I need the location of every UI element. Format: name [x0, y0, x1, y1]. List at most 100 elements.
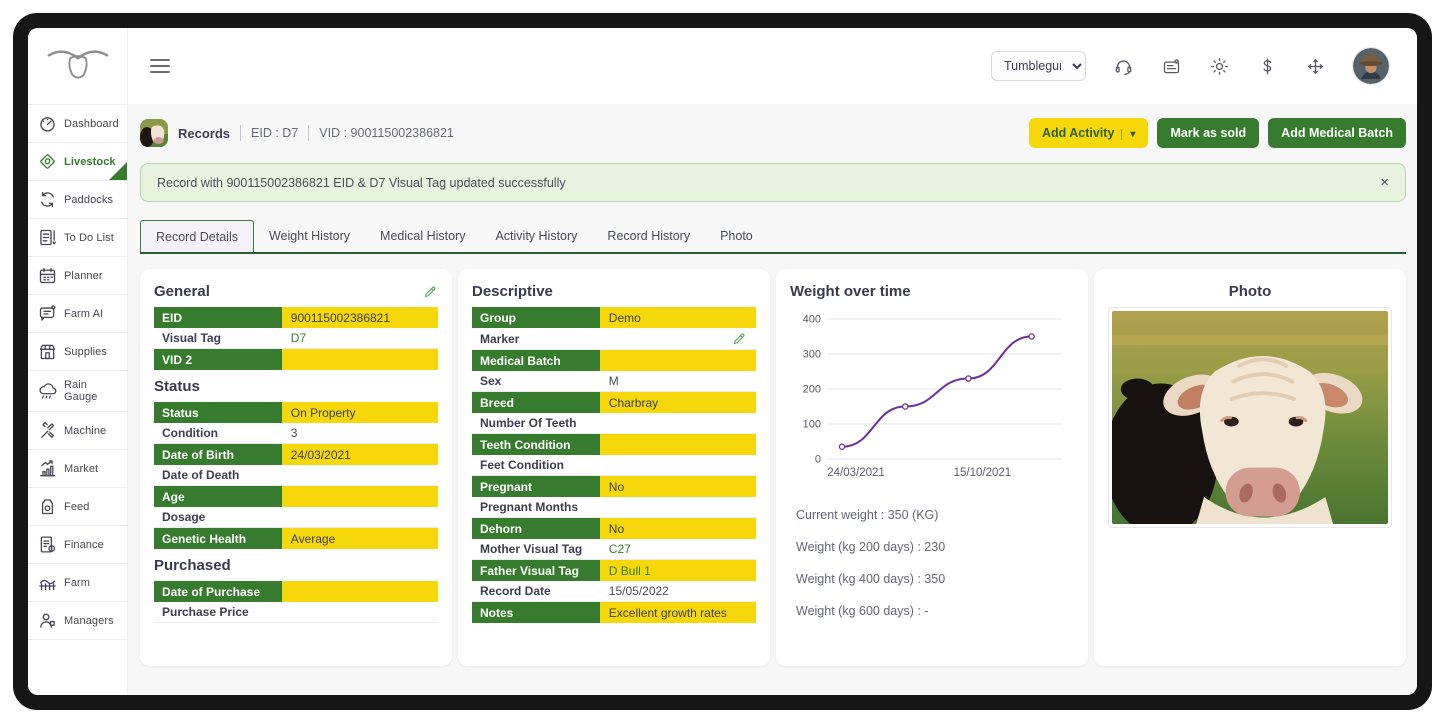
- active-corner-triangle: [109, 162, 127, 180]
- sidebar-item-managers[interactable]: Managers: [28, 602, 127, 640]
- sidebar-item-farm[interactable]: Farm: [28, 564, 127, 602]
- tab-bar: Record DetailsWeight HistoryMedical Hist…: [140, 220, 1406, 254]
- add-medical-batch-button[interactable]: Add Medical Batch: [1268, 118, 1406, 148]
- weight-stat: Weight (kg 200 days) : 230: [796, 540, 1074, 554]
- table-row: Notes Excellent growth rates: [472, 602, 756, 623]
- tab-record-details[interactable]: Record Details: [140, 220, 254, 252]
- field-label: Teeth Condition: [472, 434, 600, 455]
- field-value: [282, 581, 438, 602]
- topbar: Tumblegum: [128, 28, 1417, 104]
- field-label: Age: [154, 486, 282, 507]
- field-label: Condition: [154, 423, 282, 443]
- weight-stat: Current weight : 350 (KG): [796, 508, 1074, 522]
- field-value: [600, 328, 756, 349]
- field-label: Dosage: [154, 507, 282, 527]
- svg-text:0: 0: [815, 454, 821, 466]
- paddocks-rotate-icon: [37, 189, 58, 210]
- livestock-cow-icon: [37, 151, 58, 172]
- currency-dollar-icon[interactable]: [1257, 56, 1278, 77]
- close-icon[interactable]: ×: [1380, 175, 1389, 190]
- table-row: Purchase Price: [154, 602, 438, 623]
- section-title-general: General: [154, 283, 438, 300]
- record-link[interactable]: D Bull 1: [600, 560, 756, 581]
- supplies-store-icon: [37, 341, 58, 362]
- dashboard-gauge-icon: [37, 113, 58, 134]
- sidebar-item-machine[interactable]: Machine: [28, 412, 127, 450]
- sidebar-item-label: Supplies: [64, 346, 107, 358]
- chevron-down-icon: ▾: [1121, 129, 1135, 140]
- planner-calendar-icon: [37, 265, 58, 286]
- sidebar-item-planner[interactable]: Planner: [28, 257, 127, 295]
- divider: [240, 125, 241, 141]
- detail-table-descriptive: Group Demo Marker Medical Batch Sex M Br…: [472, 307, 756, 623]
- sidebar-nav: Dashboard Livestock Paddocks To Do List …: [28, 104, 127, 640]
- sidebar-item-label: Machine: [64, 425, 106, 437]
- card-general-status-purchased: General EID 900115002386821 Visual Tag D…: [140, 269, 452, 666]
- tab-activity-history[interactable]: Activity History: [480, 220, 592, 252]
- field-label: Number Of Teeth: [472, 413, 600, 433]
- record-link[interactable]: D7: [282, 328, 438, 348]
- sidebar-item-finance[interactable]: Finance: [28, 526, 127, 564]
- field-label: Date of Death: [154, 465, 282, 485]
- field-value: [282, 602, 438, 622]
- mark-as-sold-button[interactable]: Mark as sold: [1157, 118, 1259, 148]
- table-row: Feet Condition: [472, 455, 756, 476]
- field-value: 15/05/2022: [600, 581, 756, 601]
- sidebar-item-label: Livestock: [64, 156, 116, 168]
- svg-text:15/10/2021: 15/10/2021: [954, 467, 1012, 479]
- table-row: Age: [154, 486, 438, 507]
- sidebar-item-supplies[interactable]: Supplies: [28, 333, 127, 371]
- sidebar-item-farm-ai[interactable]: Farm AI: [28, 295, 127, 333]
- record-link[interactable]: C27: [600, 539, 756, 559]
- sidebar-item-market[interactable]: Market: [28, 450, 127, 488]
- record-header: Records EID : D7 VID : 900115002386821 A…: [140, 118, 1406, 148]
- tab-photo[interactable]: Photo: [705, 220, 768, 252]
- table-row: Genetic Health Average: [154, 528, 438, 549]
- field-label: Notes: [472, 602, 600, 623]
- tab-medical-history[interactable]: Medical History: [365, 220, 480, 252]
- user-avatar[interactable]: [1353, 48, 1389, 84]
- record-vid: VID : 900115002386821: [319, 126, 454, 140]
- table-row: Pregnant No: [472, 476, 756, 497]
- detail-table-purchased: Date of Purchase Purchase Price: [154, 581, 438, 623]
- tab-record-history[interactable]: Record History: [592, 220, 705, 252]
- news-card-icon[interactable]: [1161, 56, 1182, 77]
- edit-pencil-icon[interactable]: [732, 331, 747, 346]
- edit-pencil-icon[interactable]: [423, 284, 438, 299]
- sidebar-item-to-do-list[interactable]: To Do List: [28, 219, 127, 257]
- farm-selector-dropdown[interactable]: Tumblegum: [991, 51, 1086, 81]
- sidebar-item-label: Finance: [64, 539, 104, 551]
- weight-stat: Weight (kg 400 days) : 350: [796, 572, 1074, 586]
- tab-weight-history[interactable]: Weight History: [254, 220, 365, 252]
- support-headset-icon[interactable]: [1113, 56, 1134, 77]
- svg-text:100: 100: [803, 419, 821, 431]
- sidebar-item-livestock[interactable]: Livestock: [28, 143, 127, 181]
- table-row: Breed Charbray: [472, 392, 756, 413]
- machine-tools-icon: [37, 420, 58, 441]
- card-descriptive: Descriptive Group Demo Marker Medical Ba…: [458, 269, 770, 666]
- field-value: Demo: [600, 307, 756, 328]
- svg-text:400: 400: [803, 314, 821, 326]
- table-row: Visual Tag D7: [154, 328, 438, 349]
- weight-line-chart: 010020030040024/03/202115/10/2021: [790, 307, 1074, 498]
- add-activity-button[interactable]: Add Activity▾: [1029, 118, 1149, 148]
- hamburger-menu-icon[interactable]: [150, 59, 170, 73]
- brand-logo-bull-icon[interactable]: [28, 28, 127, 104]
- sidebar-item-rain-gauge[interactable]: Rain Gauge: [28, 371, 127, 412]
- market-chart-icon: [37, 458, 58, 479]
- field-value: [282, 349, 438, 370]
- field-label: Date of Birth: [154, 444, 282, 465]
- sidebar-item-label: Feed: [64, 501, 89, 513]
- sidebar-item-dashboard[interactable]: Dashboard: [28, 104, 127, 143]
- sidebar-item-paddocks[interactable]: Paddocks: [28, 181, 127, 219]
- move-arrows-icon[interactable]: [1305, 56, 1326, 77]
- settings-gear-icon[interactable]: [1209, 56, 1230, 77]
- table-row: Teeth Condition: [472, 434, 756, 455]
- sidebar-item-label: Rain Gauge: [64, 379, 123, 403]
- svg-text:200: 200: [803, 384, 821, 396]
- main-content: Records EID : D7 VID : 900115002386821 A…: [128, 104, 1417, 695]
- sidebar-item-feed[interactable]: Feed: [28, 488, 127, 526]
- cow-photo: [1108, 307, 1392, 528]
- sidebar-item-label: Farm: [64, 577, 90, 589]
- field-label: Group: [472, 307, 600, 328]
